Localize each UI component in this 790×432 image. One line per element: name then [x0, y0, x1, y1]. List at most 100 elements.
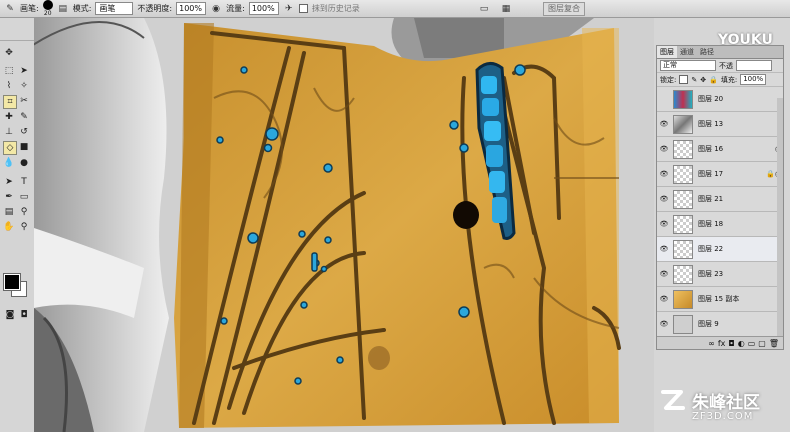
eye-icon[interactable]: 👁 — [657, 120, 671, 128]
workspace-button[interactable]: 图层复合 — [543, 2, 585, 16]
eye-icon[interactable]: 👁 — [657, 220, 671, 228]
layer-row[interactable]: 👁 图层 13 — [657, 112, 783, 137]
layer-thumbnail — [673, 164, 693, 184]
slice-tool-icon[interactable]: ✂ — [18, 95, 30, 107]
layer-style-icon[interactable]: fx — [718, 339, 726, 348]
layer-name: 图层 13 — [698, 120, 724, 128]
layer-name: 图层 23 — [698, 270, 724, 278]
new-group-icon[interactable]: ▭ — [748, 339, 756, 348]
notes-tool-icon[interactable]: ▤ — [3, 206, 15, 218]
lock-transparency-icon[interactable] — [679, 75, 689, 84]
move-tool-icon[interactable]: ✥ — [3, 47, 15, 59]
opacity-input[interactable]: 100% — [176, 2, 207, 15]
standard-mode-icon[interactable]: ◘ — [18, 309, 30, 321]
eye-icon[interactable]: 👁 — [657, 195, 671, 203]
blend-mode-select[interactable]: 正常 — [660, 60, 716, 71]
opacity-label: 不透明度: — [137, 4, 173, 13]
brush-tool-icon[interactable]: ✎ — [4, 3, 16, 15]
brush-tip-icon — [42, 0, 53, 10]
brush-preset-picker[interactable]: 20 — [42, 0, 53, 17]
eraser-tool-icon[interactable]: ◇ — [3, 141, 17, 155]
eye-icon[interactable]: 👁 — [657, 145, 671, 153]
layer-thumbnail — [673, 89, 693, 109]
marquee-tool-icon[interactable]: ⬚ — [3, 65, 15, 77]
document-canvas[interactable] — [34, 18, 654, 432]
layer-name: 图层 22 — [698, 245, 724, 253]
brush-panel-icon[interactable]: ▤ — [57, 3, 69, 15]
layer-opacity-input[interactable] — [736, 60, 772, 71]
brush-label: 画笔: — [20, 4, 39, 13]
layer-name: 图层 21 — [698, 195, 724, 203]
layer-name: 图层 20 — [698, 95, 724, 103]
magic-wand-icon[interactable]: ✧ — [18, 80, 30, 92]
layer-row[interactable]: 👁 图层 21 — [657, 187, 783, 212]
pressure-opacity-icon[interactable]: ◉ — [210, 3, 222, 15]
brush-icon[interactable]: ✎ — [18, 111, 30, 123]
logo-text: 朱峰社区 — [692, 392, 760, 413]
layer-thumbnail — [673, 189, 693, 209]
dodge-tool-icon[interactable]: ● — [18, 157, 30, 169]
eye-icon[interactable]: 👁 — [657, 170, 671, 178]
layer-row[interactable]: 👁图层 16◎ — [657, 137, 783, 162]
layer-name: 图层 16 — [698, 145, 724, 153]
history-brush-icon[interactable]: ↺ — [18, 126, 30, 138]
airbrush-icon[interactable]: ✈ — [283, 3, 295, 15]
move-arrow-icon[interactable]: ➤ — [18, 65, 30, 77]
link-layers-icon[interactable]: ∞ — [708, 339, 715, 348]
layer-thumbnail — [673, 289, 693, 309]
lock-label: 锁定: — [660, 75, 677, 84]
layer-row[interactable]: 👁 图层 17 🔒◎ — [657, 162, 783, 187]
fill-input[interactable]: 100% — [740, 74, 767, 85]
layer-row[interactable]: 👁 图层 15 副本 — [657, 287, 783, 312]
layer-thumbnail — [673, 139, 693, 159]
brand-logo: 朱峰社区 — [660, 387, 760, 413]
adjustment-layer-icon[interactable]: ◐ — [738, 339, 745, 348]
tab-layers[interactable]: 图层 — [657, 46, 677, 58]
type-tool-icon[interactable]: T — [18, 176, 30, 188]
layer-thumbnail — [673, 214, 693, 234]
zoom-tool-icon[interactable]: ⚲ — [18, 221, 30, 233]
quick-mask-icon[interactable]: ◙ — [4, 309, 16, 321]
new-layer-icon[interactable]: ▢ — [758, 339, 766, 348]
layer-mask-icon[interactable]: ◘ — [728, 339, 734, 348]
panel-toggle-icon[interactable]: ▦ — [500, 3, 512, 15]
eye-icon[interactable]: 👁 — [657, 295, 671, 303]
eye-icon[interactable]: 👁 — [657, 245, 671, 253]
healing-brush-icon[interactable]: ✚ — [3, 111, 15, 123]
opacity-label: 不透 — [719, 61, 733, 70]
stamp-tool-icon[interactable]: ⊥ — [3, 126, 15, 138]
hand-tool-icon[interactable]: ✋ — [3, 221, 15, 233]
tab-paths[interactable]: 路径 — [697, 46, 717, 58]
layer-row[interactable]: 👁 图层 23 — [657, 262, 783, 287]
blur-tool-icon[interactable]: 💧 — [3, 157, 15, 169]
foreground-color-swatch[interactable] — [3, 273, 21, 291]
document-icon[interactable]: ▭ — [478, 3, 490, 15]
gradient-tool-icon[interactable]: ■ — [18, 141, 30, 153]
shape-tool-icon[interactable]: ▭ — [18, 191, 30, 203]
lock-brush-icon[interactable]: ✎ — [691, 76, 697, 84]
eyedropper-icon[interactable]: ⚲ — [18, 206, 30, 218]
delete-layer-icon[interactable]: 🗑 — [769, 339, 779, 348]
pen-tool-icon[interactable]: ✒ — [3, 191, 15, 203]
eye-icon[interactable]: 👁 — [657, 270, 671, 278]
layer-row[interactable]: 👁 图层 22 — [657, 237, 783, 262]
layer-row[interactable]: 图层 20 — [657, 87, 783, 112]
mode-select[interactable]: 画笔 — [95, 2, 134, 15]
tab-channels[interactable]: 通道 — [677, 46, 697, 58]
blend-row: 正常 不透 — [657, 59, 783, 73]
mode-label: 模式: — [72, 4, 92, 13]
flow-input[interactable]: 100% — [248, 2, 279, 15]
layer-row[interactable]: 👁 图层 18 — [657, 212, 783, 237]
path-select-icon[interactable]: ➤ — [3, 176, 15, 188]
layers-panel: 图层 通道 路径 正常 不透 锁定: ✎ ✥ 🔒 填充: 100% 图层 20 👁… — [656, 45, 784, 350]
lasso-tool-icon[interactable]: ⌇ — [3, 80, 15, 92]
panel-footer: ∞ fx ◘ ◐ ▭ ▢ 🗑 — [657, 336, 783, 349]
layer-name: 图层 9 — [698, 320, 719, 328]
erase-history-checkbox[interactable] — [298, 4, 308, 13]
layers-scrollbar[interactable] — [777, 98, 783, 338]
layer-row[interactable]: 👁 图层 9 — [657, 312, 783, 337]
lock-all-icon[interactable]: 🔒 — [709, 76, 718, 84]
crop-tool-icon[interactable]: ⌗ — [3, 95, 17, 109]
lock-move-icon[interactable]: ✥ — [700, 76, 706, 84]
eye-icon[interactable]: 👁 — [657, 320, 671, 328]
